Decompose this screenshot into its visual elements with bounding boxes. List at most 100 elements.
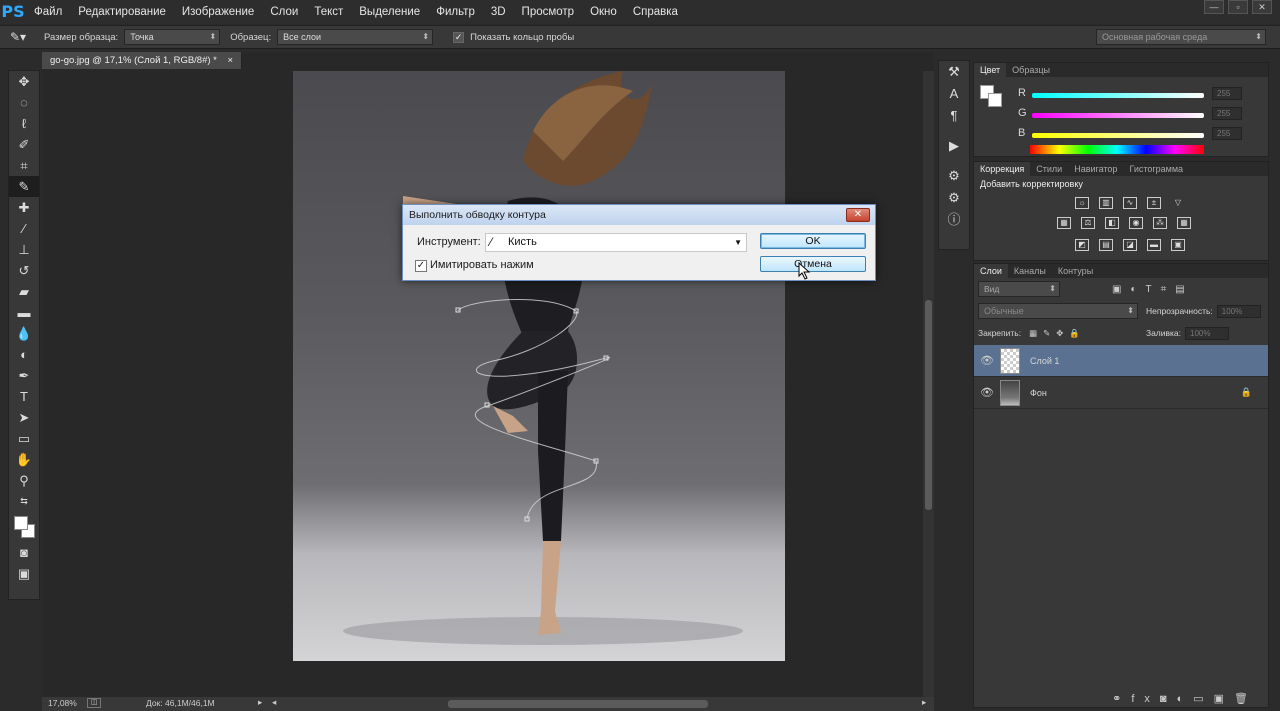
new-adjustment-icon[interactable]: ◐ — [1177, 693, 1194, 705]
eyedropper-preset-icon[interactable]: ✎▾ — [10, 30, 38, 44]
color-balance-icon[interactable]: ⚖ — [1081, 217, 1095, 229]
status-preview-icon[interactable]: ◫ — [87, 698, 101, 708]
color-swatches[interactable] — [9, 512, 39, 542]
new-layer-icon[interactable]: ▣ — [1214, 693, 1234, 705]
fx-icon[interactable]: fx — [1131, 693, 1160, 705]
b-value-input[interactable]: 255 — [1212, 126, 1242, 140]
tab-swatches[interactable]: Образцы — [1006, 63, 1056, 77]
layer-filter-icons[interactable]: ▣◐T⌗▤ — [1112, 284, 1194, 295]
g-value-input[interactable]: 255 — [1212, 106, 1242, 120]
r-value-input[interactable]: 255 — [1212, 86, 1242, 100]
tool-select[interactable]: ⁄ Кисть ▼ — [485, 233, 747, 252]
brush-presets-icon[interactable]: ⚙ — [939, 187, 969, 209]
black-white-icon[interactable]: ◧ — [1105, 217, 1119, 229]
paragraph-panel-icon[interactable]: ¶ — [939, 105, 969, 127]
selective-color-icon[interactable]: ▣ — [1171, 239, 1185, 251]
stamp-tool-icon[interactable]: ⊥ — [9, 239, 39, 260]
menu-view[interactable]: Просмотр — [514, 0, 583, 24]
delete-layer-icon[interactable]: 🗑 — [1234, 693, 1258, 705]
character-panel-icon[interactable]: A — [939, 83, 969, 105]
swap-colors-icon[interactable]: ⇆ — [9, 491, 39, 512]
g-slider[interactable] — [1032, 112, 1204, 118]
menu-help[interactable]: Справка — [625, 0, 686, 24]
dialog-close-icon[interactable]: ✕ — [846, 208, 870, 222]
layer-name[interactable]: Слой 1 — [1030, 356, 1059, 366]
menu-file[interactable]: Файл — [26, 0, 70, 24]
canvas-image[interactable] — [293, 71, 785, 661]
layer-row[interactable]: 👁 Фон 🔒 — [974, 377, 1268, 409]
lasso-tool-icon[interactable]: ℓ — [9, 113, 39, 134]
invert-icon[interactable]: ◩ — [1075, 239, 1089, 251]
close-tab-icon[interactable]: × — [228, 55, 234, 66]
bg-color-swatch[interactable] — [988, 93, 1002, 107]
gradient-map-icon[interactable]: ▬ — [1147, 239, 1161, 251]
menu-image[interactable]: Изображение — [174, 0, 262, 24]
restore-icon[interactable]: ▫ — [1228, 0, 1248, 14]
sample-layers-select[interactable]: Все слои — [277, 29, 434, 45]
b-slider[interactable] — [1032, 132, 1204, 138]
curves-icon[interactable]: ∿ — [1123, 197, 1137, 209]
eyedropper-tool-icon[interactable]: ✎ — [9, 176, 39, 197]
vibrance-icon[interactable]: ▽ — [1171, 198, 1185, 210]
zoom-level[interactable]: 17,08% — [48, 698, 77, 708]
sample-size-select[interactable]: Точка — [124, 29, 221, 45]
gradient-tool-icon[interactable]: ▬ — [9, 302, 39, 323]
color-spectrum-bar[interactable] — [1030, 145, 1204, 154]
menu-edit[interactable]: Редактирование — [70, 0, 174, 24]
tab-styles[interactable]: Стили — [1030, 162, 1068, 176]
layer-name[interactable]: Фон — [1030, 388, 1047, 398]
visibility-eye-icon[interactable]: 👁 — [974, 354, 1000, 367]
minimize-icon[interactable]: — — [1204, 0, 1224, 14]
lock-icons[interactable]: ▦✎✥🔒 — [1029, 328, 1086, 339]
channel-mixer-icon[interactable]: ⁂ — [1153, 217, 1167, 229]
zoom-tool-icon[interactable]: ⚲ — [9, 470, 39, 491]
shape-tool-icon[interactable]: ▭ — [9, 428, 39, 449]
menu-type[interactable]: Текст — [306, 0, 351, 24]
quick-mask-icon[interactable]: ◙ — [9, 542, 39, 563]
actions-panel-icon[interactable]: ▶ — [939, 135, 969, 157]
tab-histogram[interactable]: Гистограмма — [1123, 162, 1189, 176]
menu-select[interactable]: Выделение — [351, 0, 428, 24]
brush-tool-icon[interactable]: ⁄ — [9, 218, 39, 239]
hue-saturation-icon[interactable]: ▦ — [1057, 217, 1071, 229]
foreground-color-swatch[interactable] — [14, 516, 28, 530]
quick-select-tool-icon[interactable]: ✐ — [9, 134, 39, 155]
crop-tool-icon[interactable]: ⌗ — [9, 155, 39, 176]
history-brush-tool-icon[interactable]: ↺ — [9, 260, 39, 281]
menu-filter[interactable]: Фильтр — [428, 0, 483, 24]
blend-mode-select[interactable]: Обычные — [978, 303, 1138, 319]
brightness-icon[interactable]: ☼ — [1075, 197, 1089, 209]
color-lookup-icon[interactable]: ▦ — [1177, 217, 1191, 229]
info-panel-icon[interactable]: ⓘ — [939, 209, 969, 231]
move-tool-icon[interactable]: ✥ — [9, 71, 39, 92]
show-ring-checkbox[interactable]: ✓ — [453, 31, 465, 43]
fill-input[interactable]: 100% — [1185, 326, 1230, 340]
r-slider[interactable] — [1032, 92, 1204, 98]
layer-kind-filter[interactable]: Вид — [978, 281, 1060, 297]
photo-filter-icon[interactable]: ◉ — [1129, 217, 1143, 229]
tab-adjustments[interactable]: Коррекция — [974, 162, 1031, 176]
add-mask-icon[interactable]: ◙ — [1160, 693, 1177, 705]
tab-paths[interactable]: Контуры — [1052, 264, 1099, 278]
close-window-icon[interactable]: ✕ — [1252, 0, 1272, 14]
scroll-left-icon[interactable]: ◂ — [272, 697, 276, 708]
menu-layers[interactable]: Слои — [262, 0, 306, 24]
layer-row[interactable]: 👁 Слой 1 — [974, 345, 1268, 377]
blur-tool-icon[interactable]: 💧 — [9, 323, 39, 344]
exposure-icon[interactable]: ± — [1147, 197, 1161, 209]
tool-presets-icon[interactable]: ⚙ — [939, 165, 969, 187]
scroll-right-icon[interactable]: ▸ — [922, 697, 926, 708]
marquee-tool-icon[interactable]: ◌ — [9, 92, 39, 113]
new-group-icon[interactable]: ▭ — [1193, 693, 1213, 705]
hand-tool-icon[interactable]: ✋ — [9, 449, 39, 470]
opacity-input[interactable]: 100% — [1216, 304, 1261, 318]
horizontal-scroll-thumb[interactable] — [448, 700, 708, 708]
eraser-tool-icon[interactable]: ▰ — [9, 281, 39, 302]
threshold-icon[interactable]: ◪ — [1123, 239, 1137, 251]
tab-color[interactable]: Цвет — [974, 63, 1007, 77]
status-menu-arrow-icon[interactable]: ▸ — [258, 697, 262, 708]
pen-tool-icon[interactable]: ✒ — [9, 365, 39, 386]
workspace-select[interactable]: Основная рабочая среда — [1096, 29, 1266, 45]
type-tool-icon[interactable]: T — [9, 386, 39, 407]
visibility-eye-icon[interactable]: 👁 — [974, 386, 1000, 399]
